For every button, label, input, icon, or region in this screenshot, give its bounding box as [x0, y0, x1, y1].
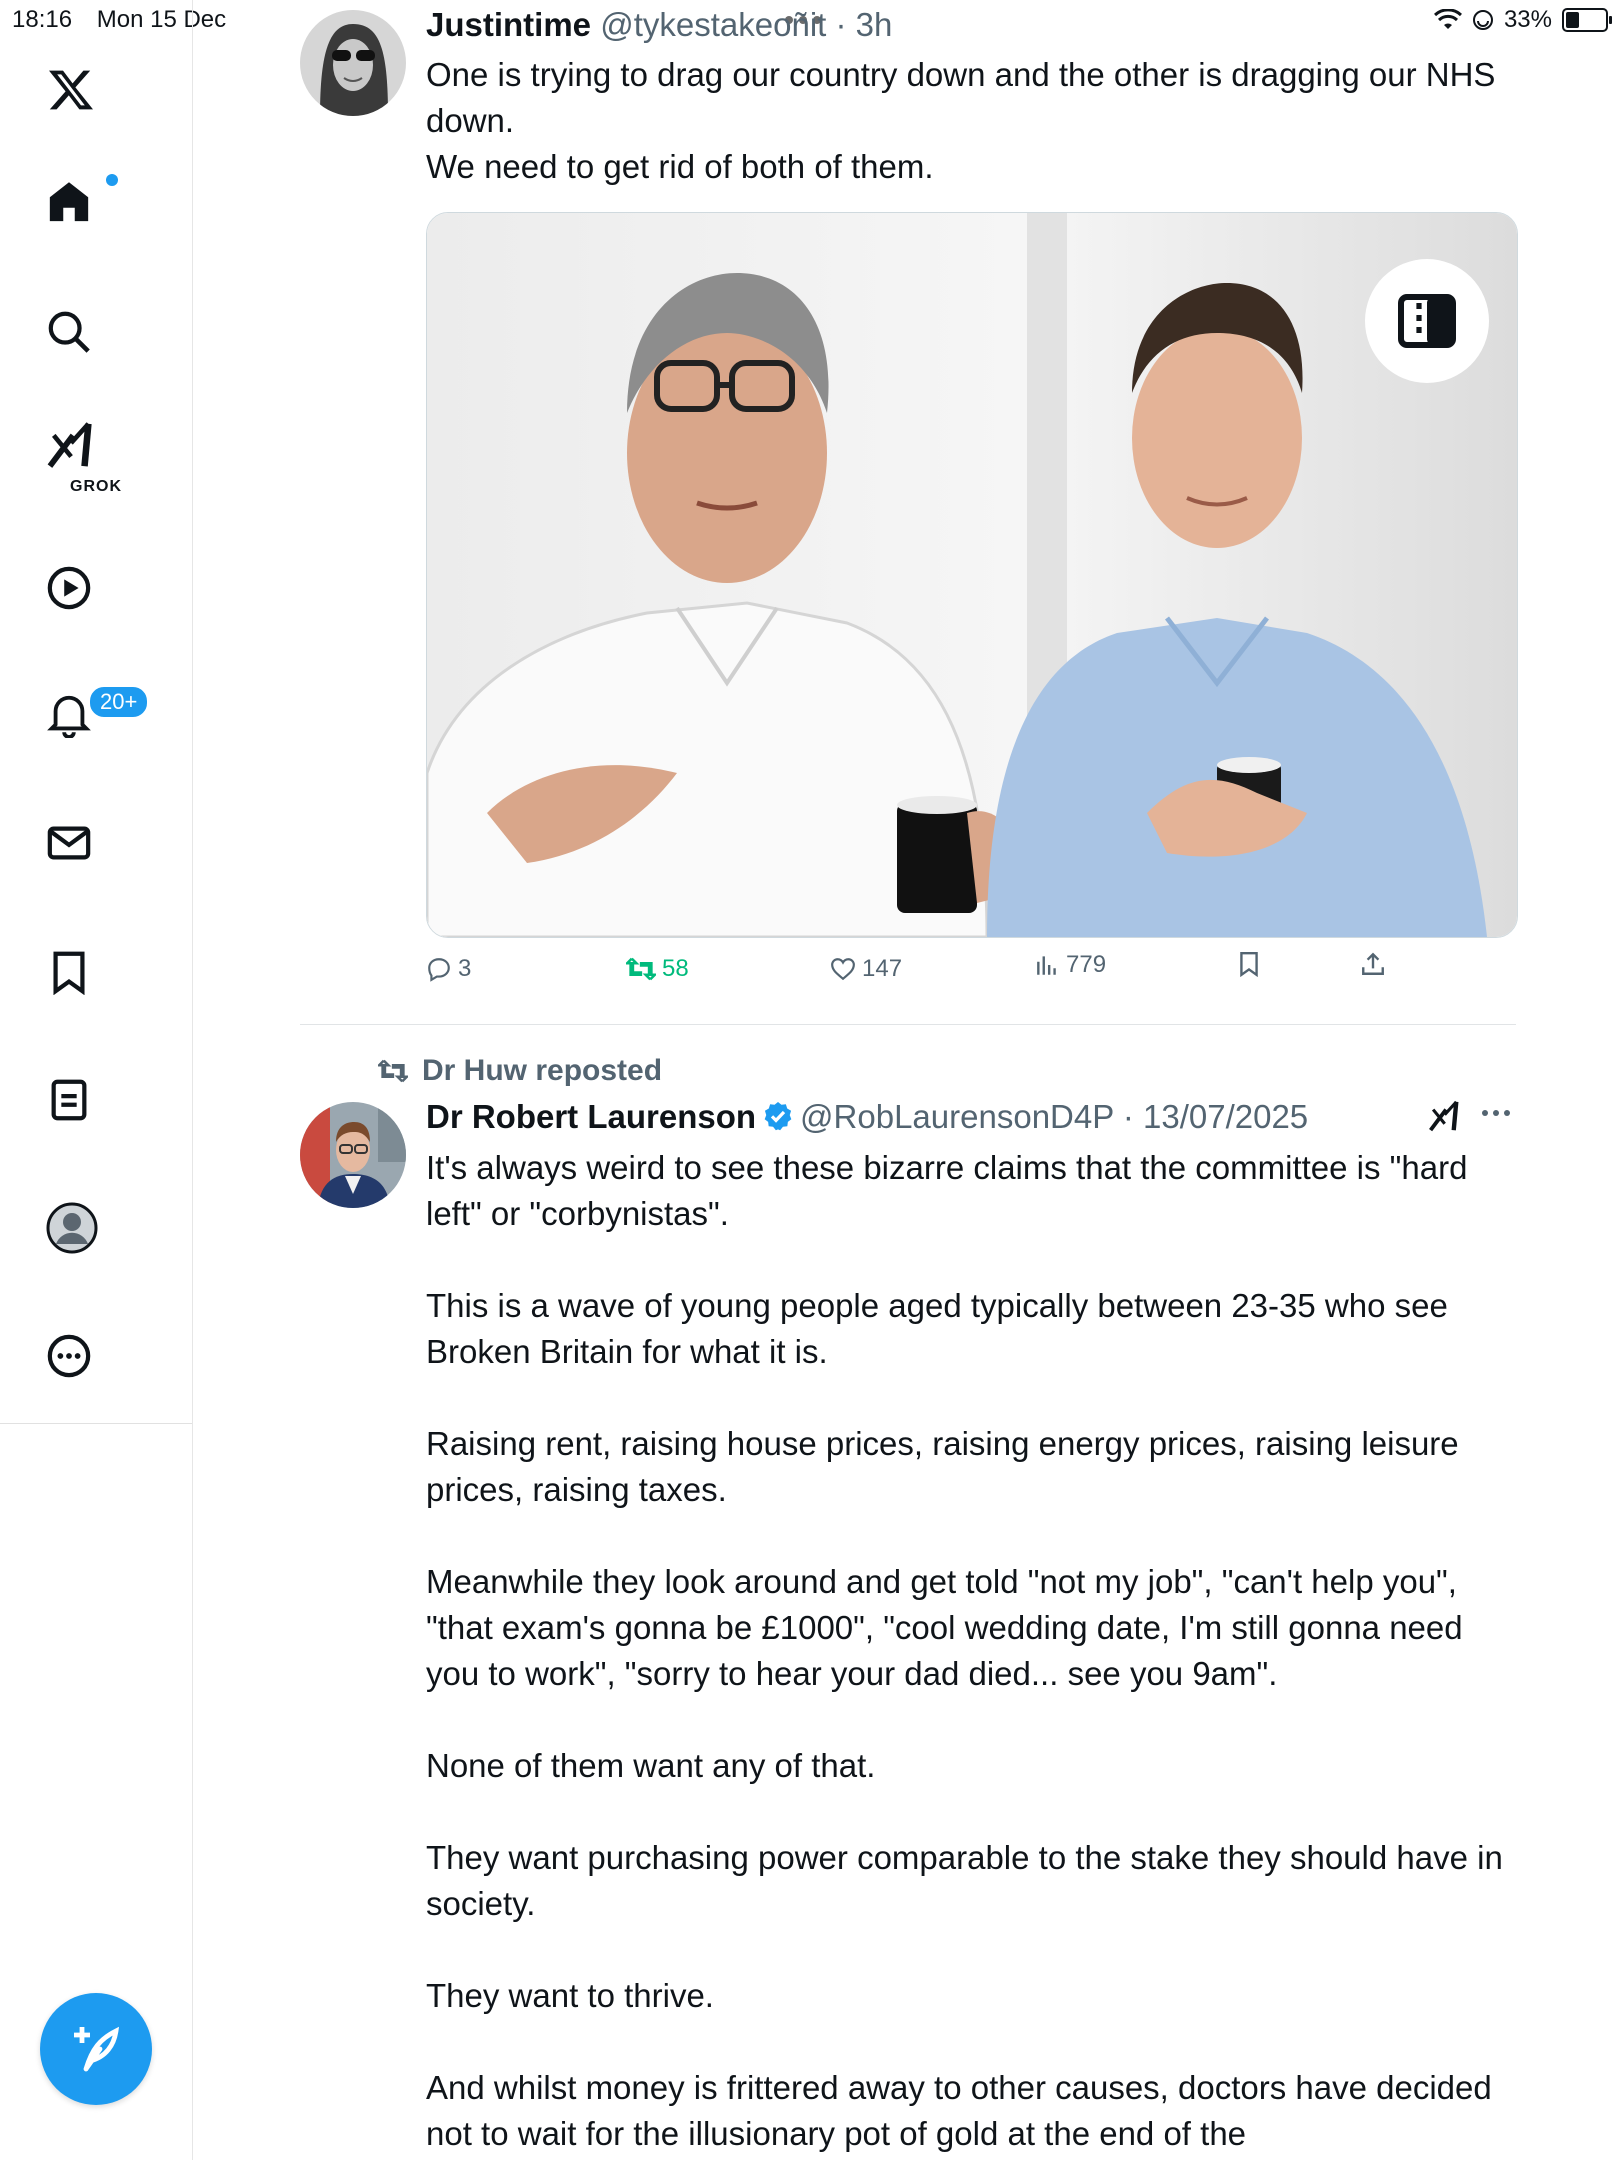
- grok-icon: [47, 422, 92, 468]
- tweet2-text: It's always weird to see these bizarre c…: [426, 1149, 1503, 2152]
- sidebar-item-grok[interactable]: [46, 415, 146, 475]
- repost-button[interactable]: 58: [626, 955, 689, 983]
- status-bar-right: 33%: [1433, 6, 1612, 34]
- battery-icon: [1562, 8, 1612, 32]
- bookmark-icon: [1240, 951, 1258, 977]
- repost-icon: [626, 957, 656, 981]
- tweet1-avatar[interactable]: [300, 10, 406, 116]
- sidebar-item-search[interactable]: [46, 292, 146, 372]
- views-count: 779: [1066, 951, 1107, 978]
- media-compare-toggle[interactable]: [1365, 259, 1489, 383]
- focus-smiley-icon: [1472, 10, 1493, 30]
- grok-icon: [1429, 1100, 1459, 1132]
- tweet1-photo[interactable]: [426, 212, 1518, 938]
- tweet1-action-bar: 3 58 147 779: [426, 951, 1516, 995]
- repost-indicator[interactable]: Dr Huw reposted: [378, 1054, 662, 1088]
- sidebar: GROK 20+: [0, 0, 193, 2160]
- bell-icon: [47, 695, 91, 738]
- tweet2-avatar[interactable]: [300, 1102, 406, 1208]
- share-icon: [1362, 952, 1384, 975]
- tweet1-header: Justintime @tykestakeoñit · 3h: [426, 6, 892, 44]
- bookmark-button[interactable]: [1238, 951, 1260, 977]
- split-view-icon: [1398, 294, 1456, 348]
- grok-explain-button[interactable]: [1428, 1098, 1464, 1139]
- tweet1-handle[interactable]: @tykestakeoñit: [600, 6, 826, 43]
- x-logo-icon[interactable]: [46, 50, 146, 130]
- compose-post-button[interactable]: [40, 1993, 152, 2105]
- repost-small-icon: [378, 1059, 408, 1083]
- views-button[interactable]: 779: [1034, 951, 1106, 979]
- mail-icon: [47, 826, 91, 860]
- repost-count: 58: [662, 955, 689, 982]
- wifi-icon: [1433, 9, 1462, 29]
- battery-percent: 33%: [1503, 6, 1552, 33]
- sidebar-item-lists[interactable]: [46, 1060, 146, 1140]
- list-icon: [51, 1079, 87, 1121]
- sidebar-item-profile[interactable]: [46, 1188, 146, 1268]
- repost-label: Dr Huw reposted: [422, 1054, 663, 1087]
- tweet1-text: One is trying to drag our country down a…: [426, 56, 1496, 185]
- tweet2-header: Dr Robert Laurenson @RobLaurensonD4P · 13…: [426, 1098, 1308, 1136]
- sidebar-divider: [0, 1423, 192, 1424]
- verified-badge-icon: [764, 1102, 792, 1131]
- tweet2-more-button[interactable]: [1482, 1110, 1510, 1116]
- heart-icon: [831, 958, 855, 981]
- bookmark-icon: [53, 951, 85, 995]
- tweet1-photo-image: [427, 213, 1517, 937]
- tweet2-display-name[interactable]: Dr Robert Laurenson: [426, 1098, 756, 1135]
- sidebar-item-more[interactable]: [46, 1316, 146, 1396]
- views-chart-icon: [1037, 956, 1056, 975]
- reply-button[interactable]: 3: [426, 955, 471, 983]
- reply-icon: [428, 958, 450, 982]
- search-icon: [48, 311, 90, 353]
- tweet2-time[interactable]: · 13/07/2025: [1123, 1098, 1308, 1135]
- tweet-divider: [300, 1024, 1516, 1025]
- home-notification-dot: [106, 174, 118, 186]
- share-button[interactable]: [1360, 951, 1386, 977]
- tweet1-time[interactable]: · 3h: [836, 6, 893, 43]
- more-circle-icon: [47, 1334, 91, 1378]
- sidebar-item-messages[interactable]: [46, 803, 146, 883]
- like-count: 147: [862, 955, 903, 982]
- tweet2-handle[interactable]: @RobLaurensonD4P: [800, 1098, 1114, 1135]
- notifications-badge: 20+: [88, 685, 150, 719]
- compose-feather-icon: [74, 2026, 120, 2072]
- like-button[interactable]: 147: [830, 955, 902, 983]
- sidebar-item-video[interactable]: [46, 548, 146, 628]
- sidebar-item-home[interactable]: [46, 162, 146, 242]
- grok-label: GROK: [70, 478, 122, 495]
- profile-avatar-icon: [46, 1202, 98, 1254]
- play-icon: [47, 566, 91, 610]
- sidebar-item-bookmarks[interactable]: [46, 932, 146, 1012]
- reply-count: 3: [458, 955, 472, 982]
- home-icon: [49, 182, 89, 222]
- tweet1-display-name[interactable]: Justintime: [426, 6, 591, 43]
